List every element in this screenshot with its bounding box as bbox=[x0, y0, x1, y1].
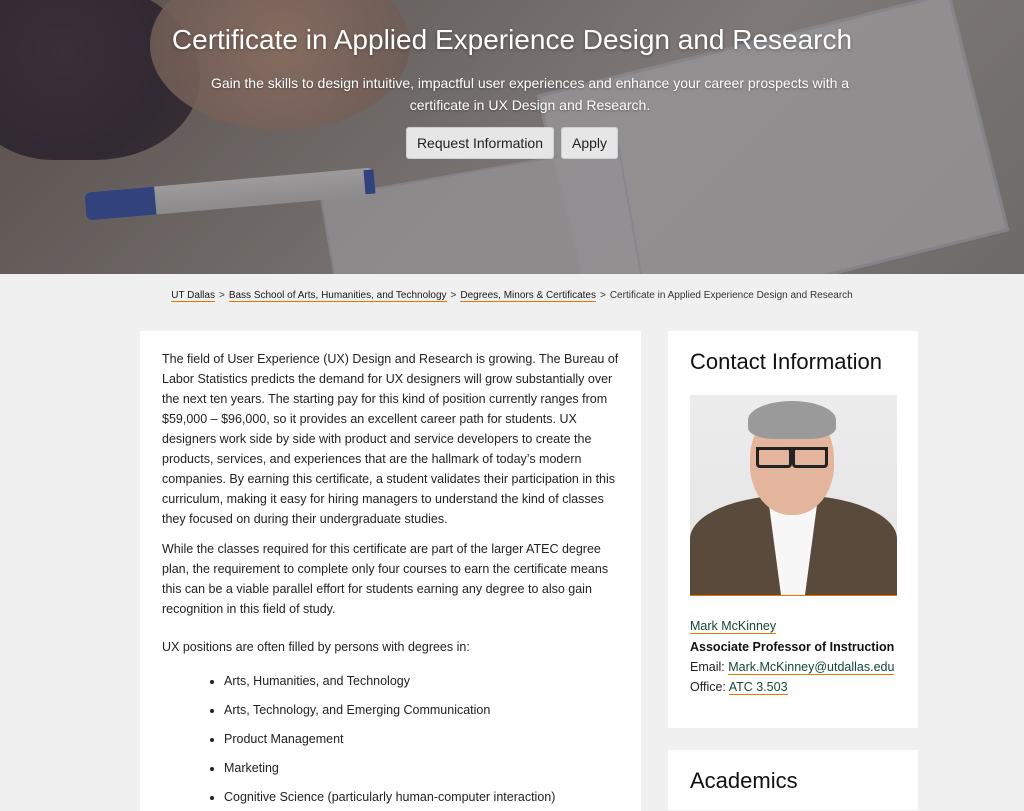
hero-subtitle: Gain the skills to design intuitive, imp… bbox=[210, 75, 850, 113]
second-paragraph: While the classes required for this cert… bbox=[162, 542, 609, 616]
list-item: Product Management bbox=[224, 729, 619, 749]
degree-list-intro: UX positions are often filled by persons… bbox=[162, 640, 470, 654]
intro-paragraph: The field of User Experience (UX) Design… bbox=[162, 352, 619, 526]
degree-list: Arts, Humanities, and Technology Arts, T… bbox=[162, 671, 619, 807]
academics-title: Academics bbox=[690, 768, 798, 793]
breadcrumb-bass-school[interactable]: Bass School of Arts, Humanities, and Tec… bbox=[228, 290, 447, 302]
list-item: Arts, Technology, and Emerging Communica… bbox=[224, 700, 619, 720]
request-information-button[interactable]: Request Information bbox=[405, 127, 555, 159]
breadcrumb-degrees[interactable]: Degrees, Minors & Certificates bbox=[460, 290, 596, 302]
list-item: Marketing bbox=[224, 758, 619, 778]
breadcrumb-separator: > bbox=[218, 290, 225, 301]
breadcrumb-ut-dallas[interactable]: UT Dallas bbox=[171, 290, 215, 302]
apply-button[interactable]: Apply bbox=[561, 127, 619, 159]
page-title: Certificate in Applied Experience Design… bbox=[171, 24, 853, 55]
breadcrumb-separator: > bbox=[450, 290, 457, 301]
list-item: Arts, Humanities, and Technology bbox=[224, 671, 619, 691]
portrait-hair bbox=[748, 401, 836, 439]
list-item: Cognitive Science (particularly human-co… bbox=[224, 787, 619, 807]
contact-portrait bbox=[690, 395, 897, 596]
email-link[interactable]: Mark.McKinney@utdallas.edu bbox=[728, 660, 895, 675]
email-label: Email: bbox=[690, 660, 725, 674]
hero-banner: Certificate in Applied Experience Design… bbox=[0, 0, 1024, 274]
contact-title: Contact Information bbox=[690, 349, 882, 374]
hero-buttons: Request Information Apply bbox=[0, 127, 1024, 159]
academics-card: Academics bbox=[668, 750, 918, 810]
breadcrumb-separator: > bbox=[599, 290, 606, 301]
main-content-card: The field of User Experience (UX) Design… bbox=[140, 331, 641, 811]
portrait-glasses bbox=[756, 447, 828, 468]
contact-email: Email: Mark.McKinney@utdallas.edu bbox=[690, 660, 895, 675]
main-content: The field of User Experience (UX) Design… bbox=[140, 331, 641, 807]
breadcrumb-current: Certificate in Applied Experience Design… bbox=[609, 290, 853, 301]
breadcrumb: UT Dallas > Bass School of Arts, Humanitie… bbox=[0, 290, 1024, 302]
office-link[interactable]: ATC 3.503 bbox=[728, 680, 788, 695]
office-label: Office: bbox=[690, 680, 726, 694]
contact-name-link[interactable]: Mark McKinney bbox=[690, 619, 777, 634]
contact-role: Associate Professor of Instruction bbox=[690, 640, 895, 654]
contact-office: Office: ATC 3.503 bbox=[690, 680, 788, 695]
contact-information-card: Contact Information Mark McKinney Associ… bbox=[668, 331, 918, 728]
